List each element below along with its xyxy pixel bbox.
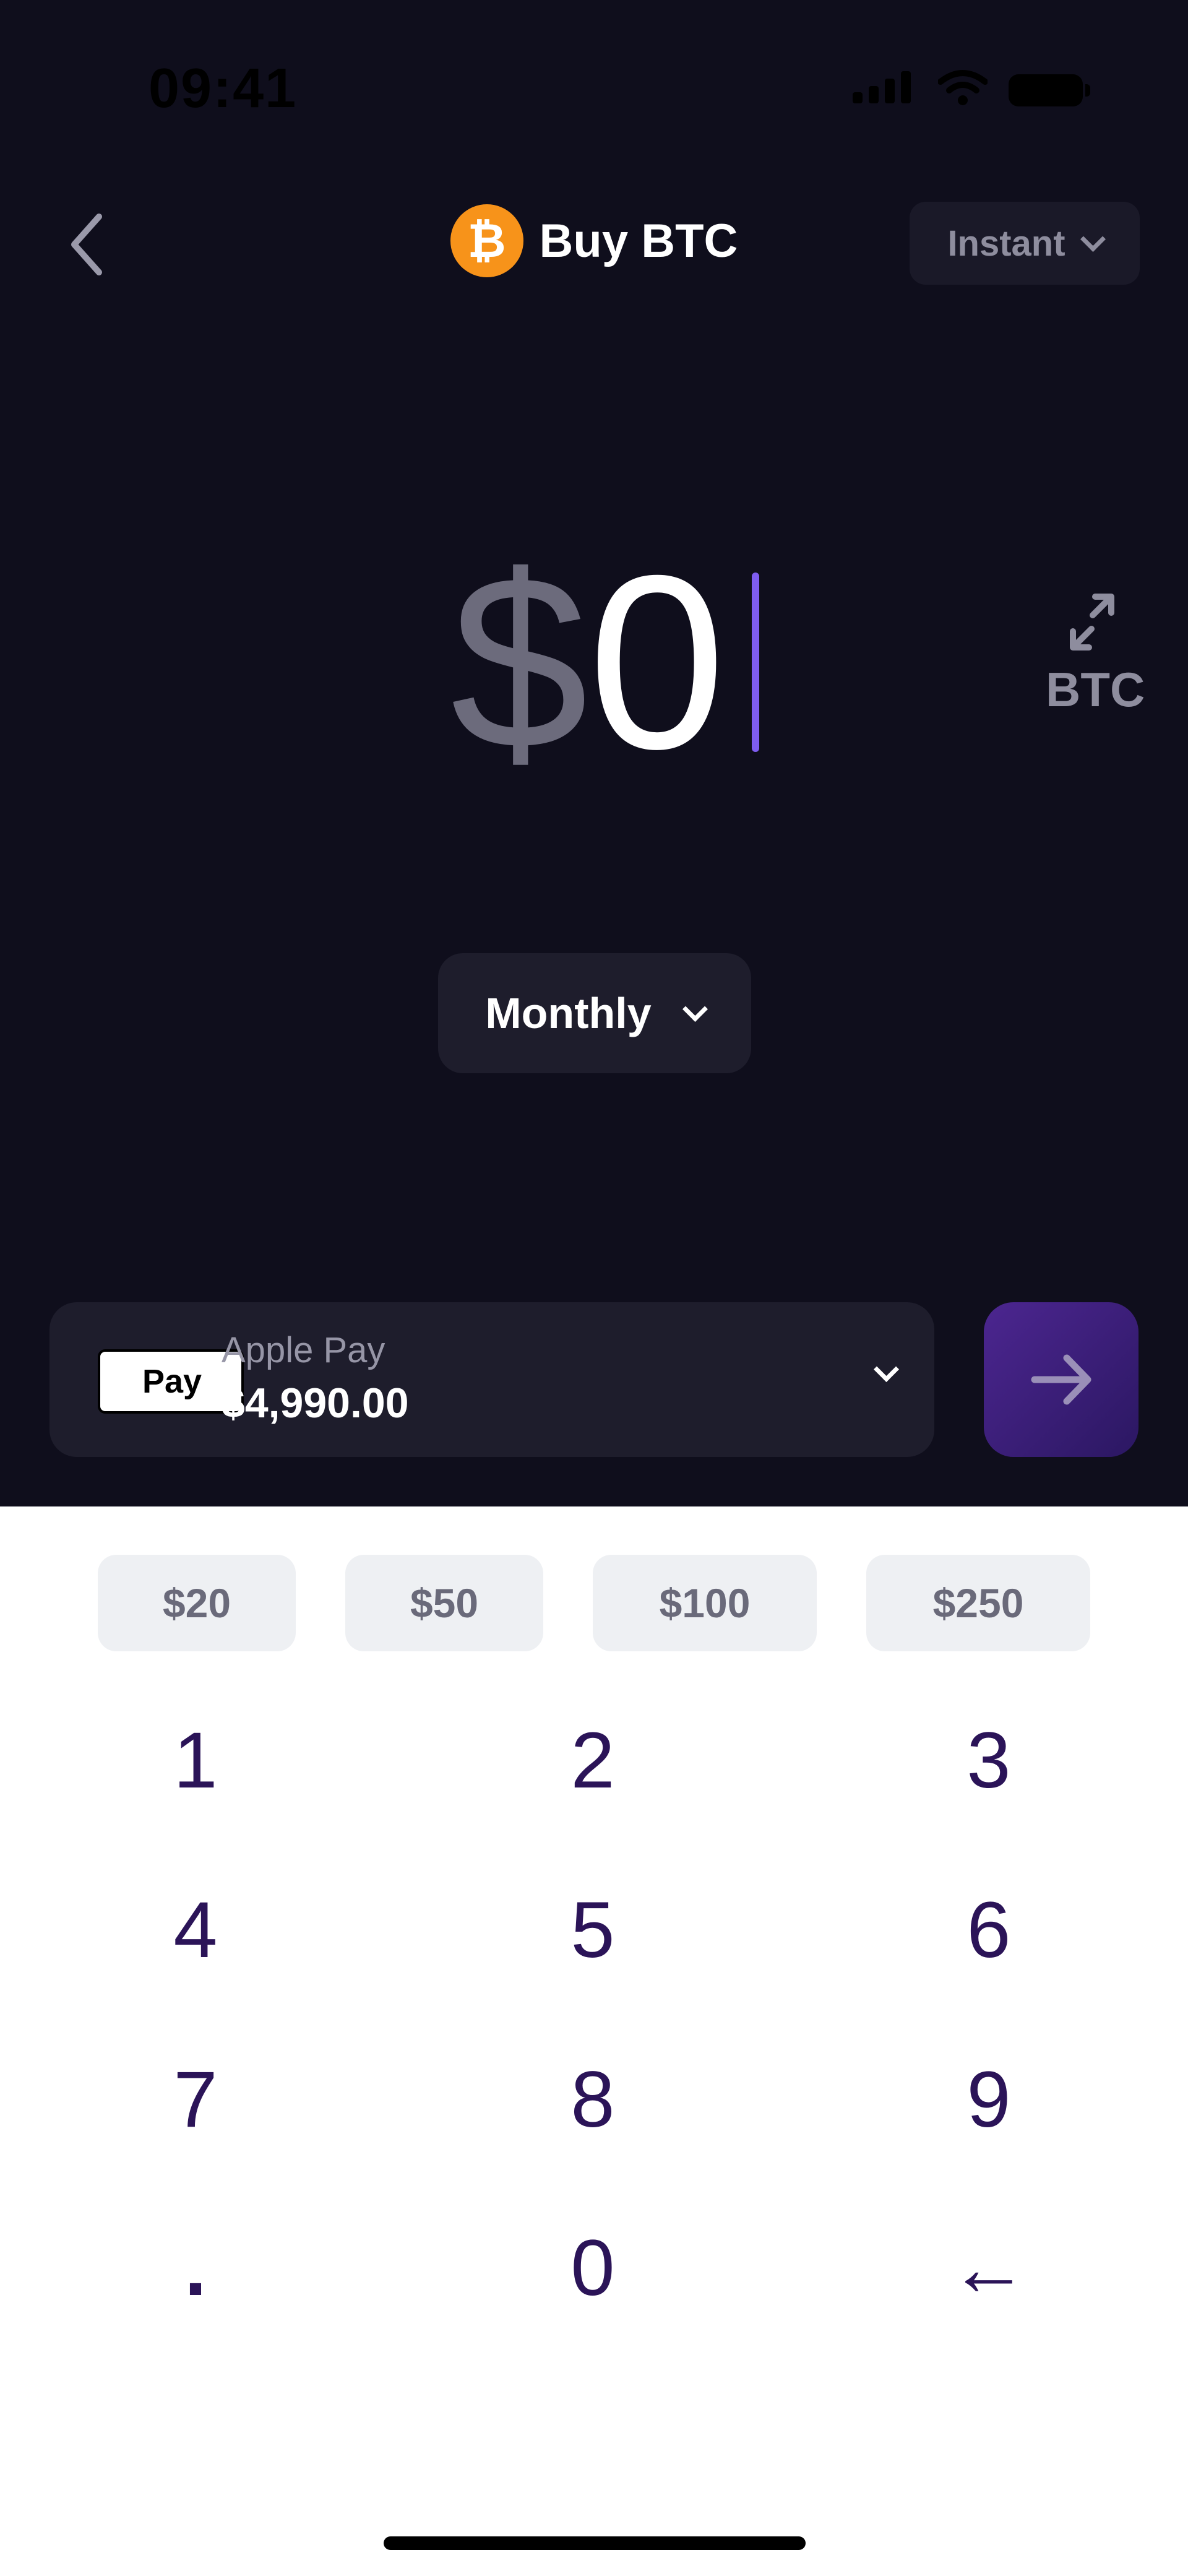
swap-arrows-icon [1070, 594, 1114, 650]
currency-symbol: $ [450, 524, 588, 800]
apple-pay-badge-text: Pay [142, 1363, 202, 1400]
bitcoin-logo-icon: ₿ [450, 204, 523, 277]
signal-icon [853, 71, 917, 106]
chevron-down-icon [1080, 226, 1106, 252]
key-1[interactable]: 1 [72, 1698, 319, 1822]
payment-method-selector[interactable]: Pay Apple Pay $4,990.00 [50, 1302, 934, 1457]
payment-method-name: Apple Pay [222, 1330, 385, 1370]
text-cursor [751, 573, 759, 752]
top-panel: 09:41 ₿ Buy BTC Instant $ 0 BTC Monthly … [0, 0, 1188, 1506]
battery-icon [1009, 74, 1090, 106]
payment-balance: $4,990.00 [222, 1380, 409, 1427]
key-6[interactable]: 6 [865, 1868, 1113, 1992]
key-4[interactable]: 4 [72, 1868, 319, 1992]
status-time: 09:41 [148, 58, 298, 119]
key-5[interactable]: 5 [469, 1868, 717, 1992]
keypad-panel: $20 $50 $100 $250 1 2 3 4 5 6 7 8 9 . 0 … [0, 1506, 1188, 2576]
preset-250-button[interactable]: $250 [866, 1555, 1090, 1651]
arrow-right-icon [1031, 1354, 1091, 1405]
amount-value: 0 [588, 524, 726, 800]
key-3[interactable]: 3 [865, 1698, 1113, 1822]
page-title: Buy BTC [539, 214, 738, 267]
continue-button[interactable] [984, 1302, 1138, 1457]
key-9[interactable]: 9 [865, 2038, 1113, 2161]
frequency-selector-button[interactable]: Monthly [438, 953, 751, 1073]
key-decimal[interactable]: . [72, 2206, 319, 2330]
key-8[interactable]: 8 [469, 2038, 717, 2161]
home-indicator [384, 2536, 806, 2550]
currency-toggle-button[interactable]: BTC [1046, 588, 1145, 718]
speed-selector-button[interactable]: Instant [910, 202, 1140, 285]
key-2[interactable]: 2 [469, 1698, 717, 1822]
preset-20-button[interactable]: $20 [98, 1555, 296, 1651]
amount-display[interactable]: $ 0 [450, 532, 759, 792]
key-0[interactable]: 0 [469, 2206, 717, 2330]
chevron-down-icon [873, 1356, 900, 1383]
key-7[interactable]: 7 [72, 2038, 319, 2161]
status-icons [853, 69, 1090, 106]
wifi-icon [938, 70, 988, 105]
preset-100-button[interactable]: $100 [593, 1555, 817, 1651]
key-backspace[interactable]: ← [865, 2206, 1113, 2330]
toggle-currency-label: BTC [1046, 662, 1145, 717]
preset-50-button[interactable]: $50 [345, 1555, 543, 1651]
chevron-down-icon [682, 996, 708, 1022]
speed-label: Instant [947, 223, 1065, 264]
frequency-label: Monthly [485, 989, 652, 1037]
